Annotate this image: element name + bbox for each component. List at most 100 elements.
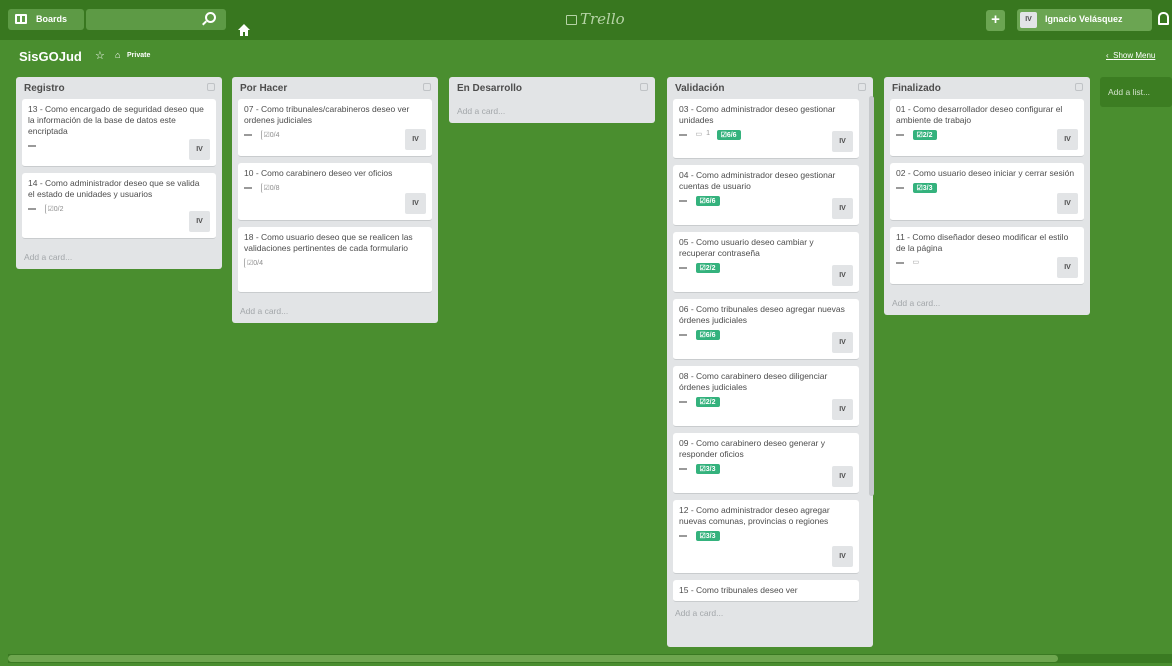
card[interactable]: 03 - Como administrador deseo gestionar … (673, 99, 859, 159)
card-title: 11 - Como diseñador deseo modificar el e… (896, 232, 1069, 253)
card-badges: ☑3/3 (679, 531, 853, 543)
checklist-badge-complete: ☑3/3 (695, 531, 720, 541)
member-avatar[interactable]: IV (832, 466, 853, 487)
board-scrollbar-thumb[interactable] (8, 655, 1058, 662)
card-title: 13 - Como encargado de seguridad deseo q… (28, 104, 204, 136)
comment-count: 1 (706, 130, 711, 137)
list-header[interactable]: En Desarrollo (455, 77, 649, 99)
list-menu-icon[interactable] (207, 83, 215, 91)
boards-button[interactable]: Boards (8, 9, 84, 30)
board-title[interactable]: SisGOJud (19, 49, 82, 64)
list-menu-icon[interactable] (423, 83, 431, 91)
description-icon (679, 535, 687, 537)
member-avatar[interactable]: IV (1057, 129, 1078, 150)
card[interactable]: 07 - Como tribunales/carabineros deseo v… (238, 99, 432, 157)
member-avatar[interactable]: IV (405, 193, 426, 214)
checklist-badge: ☑0/4 (260, 130, 282, 140)
list-title: Validación (675, 83, 725, 94)
description-icon (28, 208, 36, 210)
card-badges: ☑0/2 (28, 204, 210, 216)
add-card-link[interactable]: Add a card... (455, 99, 649, 123)
member-avatar[interactable]: IV (832, 131, 853, 152)
notifications-bell-icon[interactable] (1158, 12, 1169, 25)
card[interactable]: 02 - Como usuario deseo iniciar y cerrar… (890, 163, 1084, 221)
boards-label: Boards (36, 14, 68, 24)
description-icon (896, 134, 904, 136)
add-list-button[interactable]: Add a list... (1100, 77, 1172, 107)
search-icon[interactable] (205, 12, 216, 23)
comment-icon: ▭ (695, 131, 703, 138)
card-badges: ☑2/2 (896, 130, 1078, 142)
list-menu-icon[interactable] (640, 83, 648, 91)
show-menu-label: Show Menu (1113, 51, 1156, 60)
add-button[interactable]: + (986, 10, 1005, 31)
card-title: 12 - Como administrador deseo agregar nu… (679, 505, 830, 526)
user-menu-button[interactable]: IV Ignacio Velásquez (1017, 9, 1152, 31)
member-avatar[interactable]: IV (832, 546, 853, 567)
member-avatar[interactable]: IV (832, 332, 853, 353)
list-title: Por Hacer (240, 83, 288, 94)
checklist-badge-complete: ☑6/6 (716, 130, 741, 140)
star-icon[interactable]: ☆ (95, 49, 105, 62)
checklist-badge-complete: ☑6/6 (695, 330, 720, 340)
card[interactable]: 09 - Como carabinero deseo generar y res… (673, 433, 859, 494)
card[interactable]: 13 - Como encargado de seguridad deseo q… (22, 99, 216, 167)
list-menu-icon[interactable] (1075, 83, 1083, 91)
card-title: 10 - Como carabinero deseo ver oficios (244, 168, 393, 178)
card[interactable]: 15 - Como tribunales deseo ver (673, 580, 859, 602)
trello-logo[interactable]: Trello (566, 10, 625, 28)
card[interactable]: 08 - Como carabinero deseo diligenciar ó… (673, 366, 859, 427)
card-title: 01 - Como desarrollador deseo configurar… (896, 104, 1063, 125)
card-title: 08 - Como carabinero deseo diligenciar ó… (679, 371, 828, 392)
show-menu-link[interactable]: ‹ Show Menu (1106, 51, 1155, 60)
list-title: Finalizado (892, 83, 941, 94)
add-card-link[interactable]: Add a card... (22, 245, 216, 269)
card-title: 03 - Como administrador deseo gestionar … (679, 104, 836, 125)
list-header[interactable]: Validación (673, 77, 867, 99)
checklist-badge-complete: ☑2/2 (695, 397, 720, 407)
card[interactable]: 01 - Como desarrollador deseo configurar… (890, 99, 1084, 157)
card[interactable]: 10 - Como carabinero deseo ver oficios ☑… (238, 163, 432, 221)
user-name: Ignacio Velásquez (1045, 14, 1123, 24)
list-scrollbar[interactable] (869, 96, 874, 496)
list-header[interactable]: Por Hacer (238, 77, 432, 99)
card[interactable]: 05 - Como usuario deseo cambiar y recupe… (673, 232, 859, 293)
list-menu-icon[interactable] (858, 83, 866, 91)
member-avatar[interactable]: IV (405, 129, 426, 150)
card-title: 02 - Como usuario deseo iniciar y cerrar… (896, 168, 1075, 178)
add-card-link[interactable]: Add a card... (673, 604, 867, 628)
member-avatar[interactable]: IV (1057, 193, 1078, 214)
list-title: Registro (24, 83, 65, 94)
checklist-badge-complete: ☑2/2 (912, 130, 937, 140)
card-title: 09 - Como carabinero deseo generar y res… (679, 438, 825, 459)
add-card-link[interactable]: Add a card... (238, 299, 432, 323)
description-icon (679, 267, 687, 269)
member-avatar[interactable]: IV (189, 139, 210, 160)
card-badges: ☑3/3 (679, 464, 853, 476)
description-icon (679, 200, 687, 202)
member-avatar[interactable]: IV (832, 265, 853, 286)
visibility-label[interactable]: Private (127, 52, 150, 59)
description-icon (244, 187, 252, 189)
list-header[interactable]: Finalizado (890, 77, 1084, 99)
checklist-badge-complete: ☑2/2 (695, 263, 720, 273)
top-bar: Boards Trello + IV Ignacio Velásquez (0, 0, 1172, 40)
member-avatar[interactable]: IV (832, 198, 853, 219)
home-icon[interactable] (236, 22, 252, 38)
list-por-hacer: Por Hacer 07 - Como tribunales/carabiner… (232, 77, 438, 323)
description-icon (679, 334, 687, 336)
card-title: 04 - Como administrador deseo gestionar … (679, 170, 836, 191)
list-header[interactable]: Registro (22, 77, 216, 99)
member-avatar[interactable]: IV (832, 399, 853, 420)
card[interactable]: 14 - Como administrador deseo que se val… (22, 173, 216, 239)
add-card-link[interactable]: Add a card... (890, 291, 1084, 315)
member-avatar[interactable]: IV (189, 211, 210, 232)
description-icon (679, 401, 687, 403)
avatar: IV (1020, 12, 1037, 28)
card[interactable]: 06 - Como tribunales deseo agregar nueva… (673, 299, 859, 360)
card[interactable]: 11 - Como diseñador deseo modificar el e… (890, 227, 1084, 285)
card[interactable]: 18 - Como usuario deseo que se realicen … (238, 227, 432, 293)
card[interactable]: 04 - Como administrador deseo gestionar … (673, 165, 859, 226)
card[interactable]: 12 - Como administrador deseo agregar nu… (673, 500, 859, 574)
member-avatar[interactable]: IV (1057, 257, 1078, 278)
